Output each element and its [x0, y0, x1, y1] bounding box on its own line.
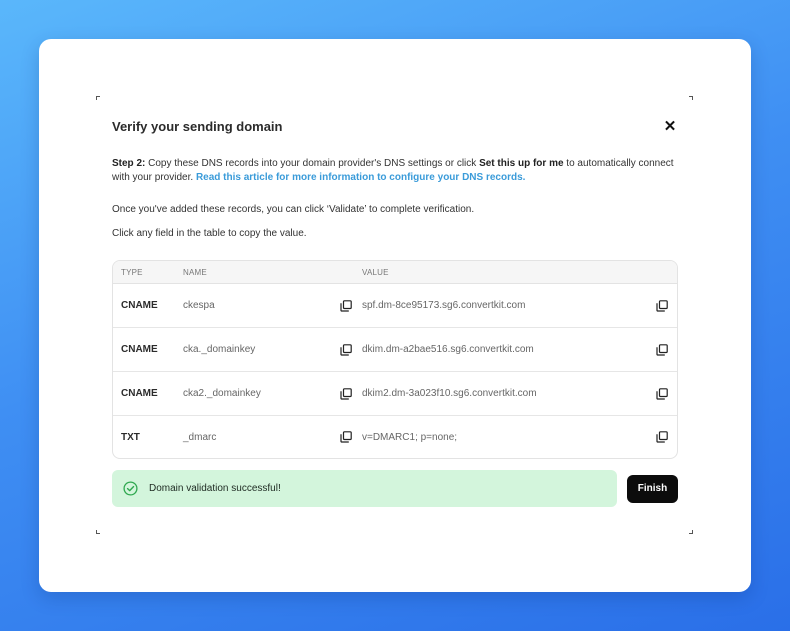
corner-marker [689, 96, 693, 100]
record-name[interactable]: cka2._domainkey [183, 388, 261, 399]
copy-icon[interactable] [656, 387, 668, 400]
check-circle-icon [123, 481, 138, 496]
setup-label: Set this up for me [479, 158, 564, 169]
copy-icon[interactable] [656, 431, 668, 443]
record-value-cell[interactable]: dkim2.dm-3a023f10.sg6.convertkit.com [362, 387, 677, 400]
record-value[interactable]: spf.dm-8ce95173.sg6.convertkit.com [362, 300, 525, 311]
dialog-footer: Domain validation successful! Finish [112, 470, 678, 507]
success-banner: Domain validation successful! [112, 470, 617, 507]
record-name[interactable]: ckespa [183, 300, 215, 311]
record-type: CNAME [121, 344, 158, 355]
table-header: TYPE NAME VALUE [113, 261, 677, 284]
corner-marker [689, 530, 693, 534]
dns-records-table: TYPE NAME VALUE CNAME ckespa spf.dm-8ce9… [112, 260, 678, 459]
modal-card: Verify your sending domain ✕ Step 2: Cop… [39, 39, 751, 592]
record-name-cell[interactable]: ckespa [183, 299, 362, 312]
record-value-cell[interactable]: v=DMARC1; p=none; [362, 431, 677, 443]
copy-icon[interactable] [340, 343, 352, 356]
record-name-cell[interactable]: cka2._domainkey [183, 387, 362, 400]
success-message: Domain validation successful! [149, 483, 281, 494]
close-icon[interactable]: ✕ [661, 117, 679, 135]
header-name: NAME [183, 267, 207, 277]
record-name[interactable]: _dmarc [183, 432, 216, 443]
header-type: TYPE [121, 267, 143, 277]
table-row: CNAME cka._domainkey dkim.dm-a2bae516.sg… [113, 328, 677, 372]
validate-note: Once you've added these records, you can… [112, 204, 475, 215]
dns-article-link[interactable]: Read this article for more information t… [196, 172, 526, 183]
table-row: TXT _dmarc v=DMARC1; p=none; [113, 416, 677, 458]
table-row: CNAME cka2._domainkey dkim2.dm-3a023f10.… [113, 372, 677, 416]
copy-icon[interactable] [340, 299, 352, 312]
copy-icon[interactable] [340, 431, 352, 443]
record-type: TXT [121, 431, 140, 443]
copy-icon[interactable] [656, 343, 668, 356]
record-value[interactable]: dkim.dm-a2bae516.sg6.convertkit.com [362, 344, 534, 355]
dialog-header: Verify your sending domain ✕ [112, 116, 678, 136]
record-type: CNAME [121, 300, 158, 311]
finish-button[interactable]: Finish [627, 474, 678, 503]
corner-marker [96, 96, 100, 100]
record-name-cell[interactable]: _dmarc [183, 431, 362, 443]
step-text: Copy these DNS records into your domain … [145, 158, 480, 169]
record-value-cell[interactable]: dkim.dm-a2bae516.sg6.convertkit.com [362, 343, 677, 356]
dialog-title: Verify your sending domain [112, 118, 283, 134]
table-row: CNAME ckespa spf.dm-8ce95173.sg6.convert… [113, 284, 677, 328]
copy-note: Click any field in the table to copy the… [112, 228, 307, 239]
copy-icon[interactable] [656, 299, 668, 312]
record-name[interactable]: cka._domainkey [183, 344, 255, 355]
verify-domain-dialog: Verify your sending domain ✕ Step 2: Cop… [112, 116, 678, 507]
step-label: Step 2: [112, 158, 146, 169]
record-type: CNAME [121, 388, 158, 399]
step-instructions: Step 2: Copy these DNS records into your… [112, 157, 678, 185]
record-name-cell[interactable]: cka._domainkey [183, 343, 362, 356]
record-value[interactable]: dkim2.dm-3a023f10.sg6.convertkit.com [362, 388, 537, 399]
header-value: VALUE [362, 267, 389, 277]
record-value-cell[interactable]: spf.dm-8ce95173.sg6.convertkit.com [362, 299, 677, 312]
copy-icon[interactable] [340, 387, 352, 400]
corner-marker [96, 530, 100, 534]
record-value[interactable]: v=DMARC1; p=none; [362, 432, 457, 443]
